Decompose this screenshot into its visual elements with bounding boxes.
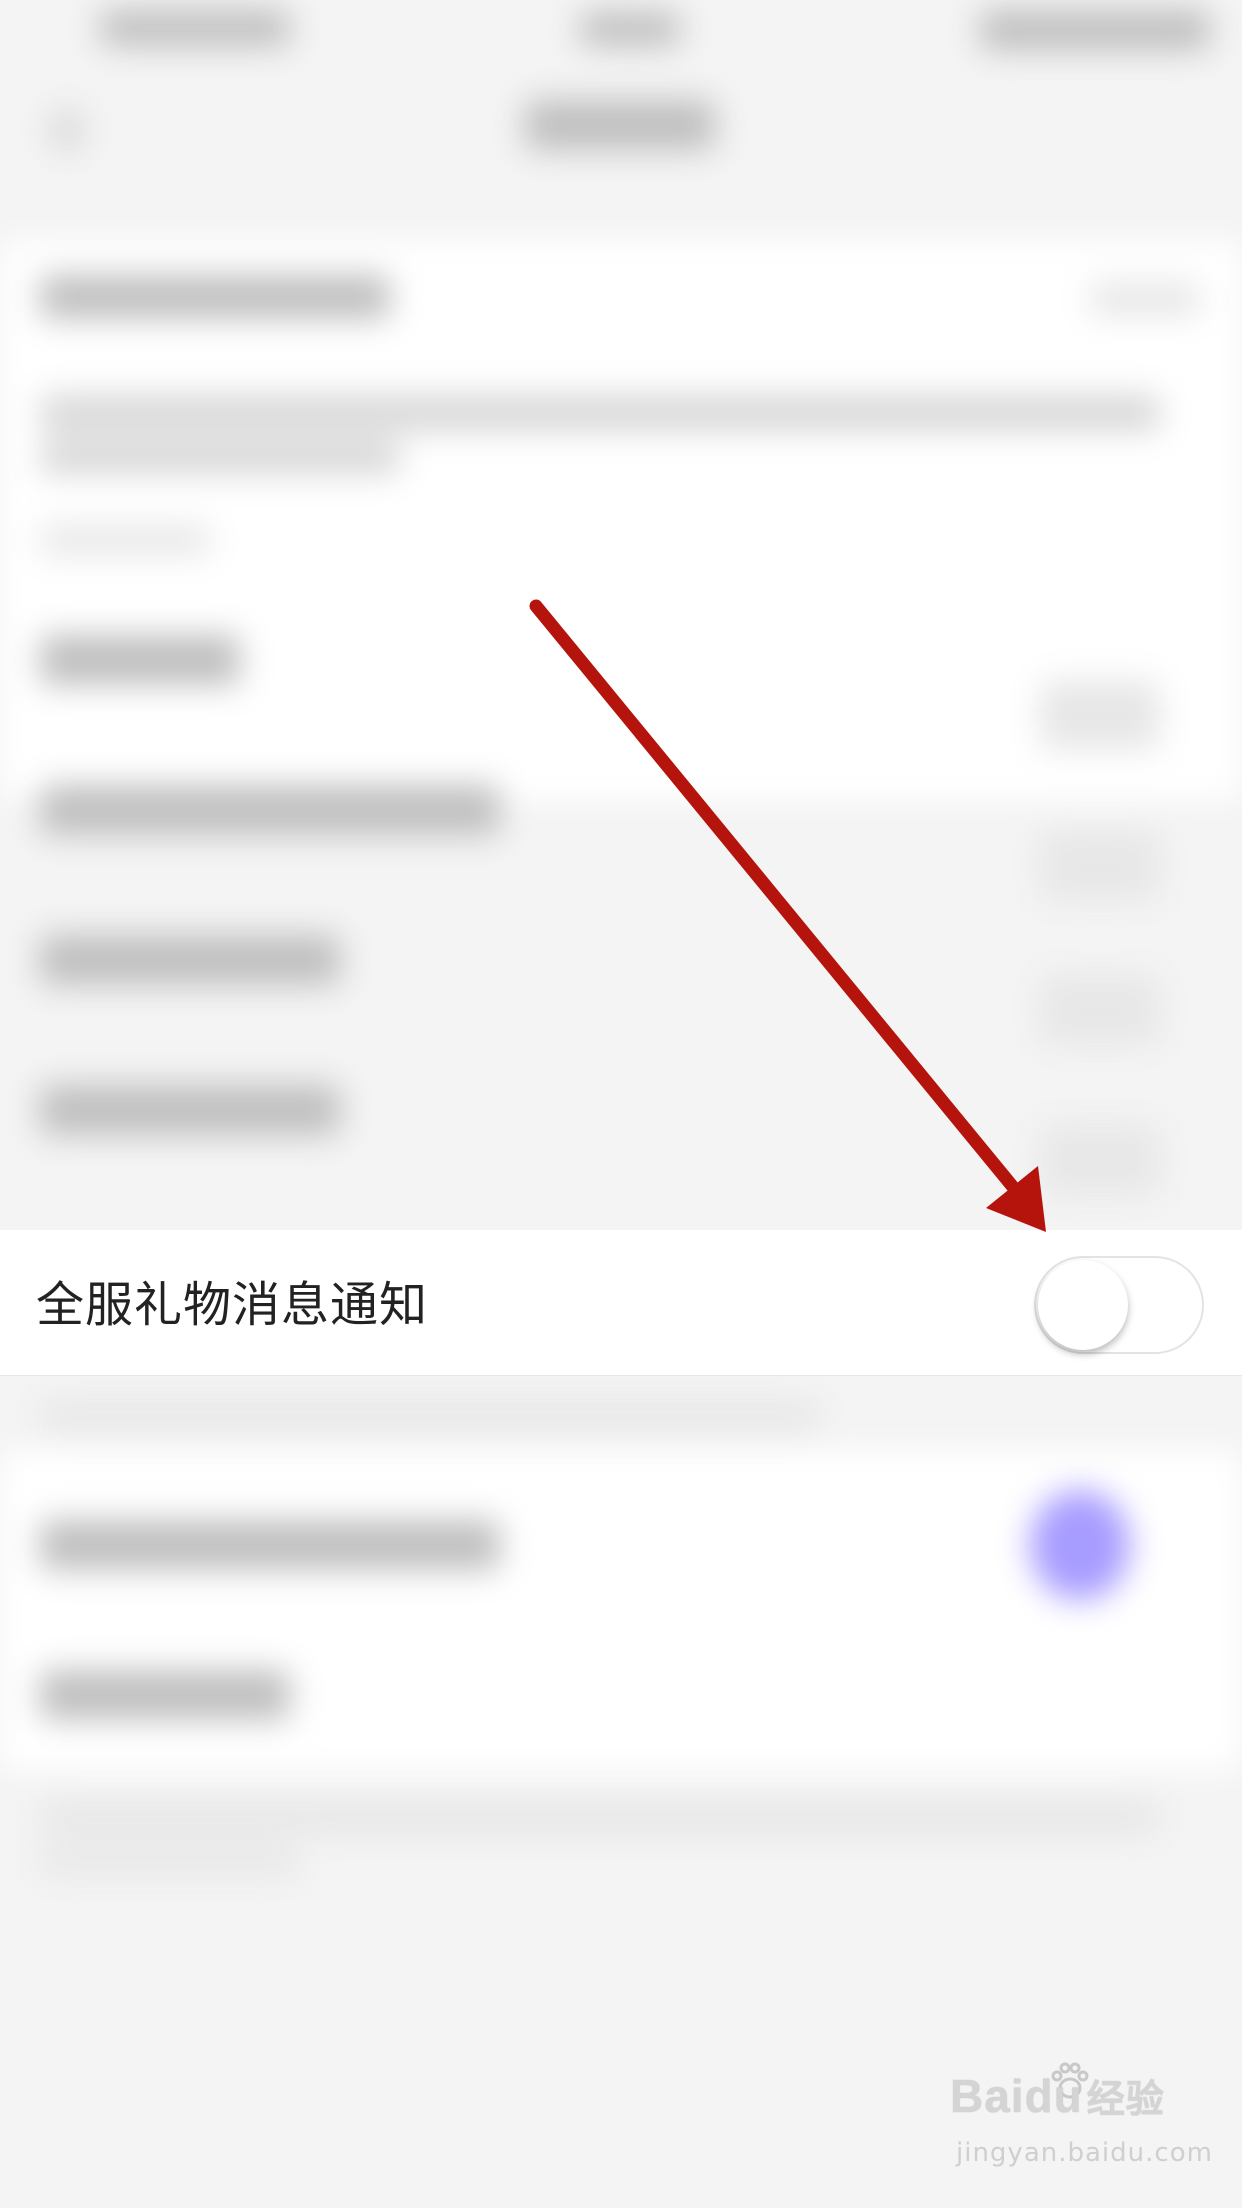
watermark-logo: Baidu 经验 [950, 2068, 1165, 2123]
annotation-arrow-icon [529, 599, 1046, 1232]
watermark-url: jingyan.baidu.com [956, 2138, 1213, 2168]
watermark-logo-text: Baidu [950, 2070, 1083, 2122]
watermark-sublogo: 经验 [1086, 2079, 1165, 2121]
baidu-jingyan-watermark: Baidu 经验 jingyan.baidu.com [950, 2062, 1212, 2188]
